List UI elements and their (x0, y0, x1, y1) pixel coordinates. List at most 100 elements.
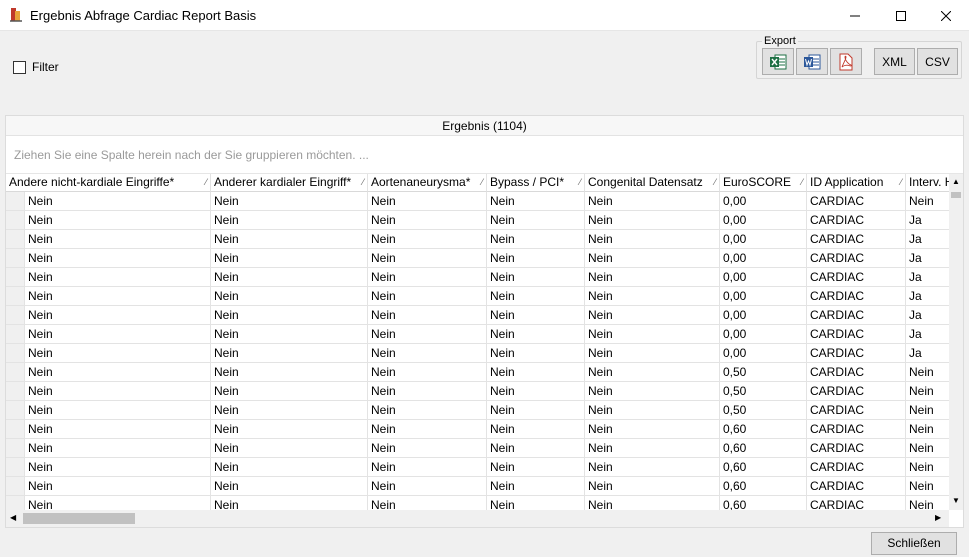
table-cell[interactable]: Nein (25, 496, 211, 510)
table-cell[interactable]: Nein (25, 344, 211, 363)
row-selector[interactable] (6, 306, 25, 325)
table-cell[interactable]: Nein (25, 401, 211, 420)
table-row[interactable]: Nein Nein Nein Nein Nein 0,60 CARDIAC Nein (6, 477, 949, 496)
table-cell[interactable]: Nein (487, 439, 585, 458)
row-selector[interactable] (6, 496, 25, 510)
table-cell[interactable]: CARDIAC (807, 249, 906, 268)
table-cell[interactable]: Nein (585, 306, 720, 325)
table-cell[interactable]: CARDIAC (807, 192, 906, 211)
table-cell[interactable]: Nein (585, 477, 720, 496)
table-cell[interactable]: Ja (906, 268, 949, 287)
table-cell[interactable]: Nein (25, 439, 211, 458)
table-cell[interactable]: Ja (906, 306, 949, 325)
table-cell[interactable]: Nein (906, 420, 949, 439)
table-cell[interactable]: CARDIAC (807, 325, 906, 344)
table-cell[interactable]: Nein (368, 268, 487, 287)
table-cell[interactable]: Nein (487, 249, 585, 268)
table-cell[interactable]: 0,60 (720, 458, 807, 477)
table-cell[interactable]: CARDIAC (807, 477, 906, 496)
table-cell[interactable]: Nein (585, 192, 720, 211)
table-cell[interactable]: Nein (585, 420, 720, 439)
table-cell[interactable]: CARDIAC (807, 344, 906, 363)
table-cell[interactable]: Nein (368, 230, 487, 249)
row-selector[interactable] (6, 230, 25, 249)
table-cell[interactable]: Nein (211, 249, 368, 268)
column-header[interactable]: Andere nicht-kardiale Eingriffe* ⁄ (6, 174, 211, 192)
maximize-button[interactable] (878, 0, 924, 31)
vertical-scrollbar[interactable]: ▲ ▼ (949, 174, 963, 510)
table-cell[interactable]: Nein (487, 268, 585, 287)
table-cell[interactable]: Nein (487, 325, 585, 344)
filter-toggle[interactable]: Filter (13, 60, 59, 74)
filter-pin-icon[interactable]: ⁄ (579, 174, 581, 191)
table-cell[interactable]: Nein (368, 287, 487, 306)
scroll-up-icon[interactable]: ▲ (952, 177, 960, 186)
group-by-panel[interactable]: Ziehen Sie eine Spalte herein nach der S… (6, 136, 963, 174)
table-cell[interactable]: 0,00 (720, 306, 807, 325)
table-cell[interactable]: 0,50 (720, 401, 807, 420)
table-cell[interactable]: Ja (906, 287, 949, 306)
table-cell[interactable]: Nein (487, 382, 585, 401)
close-window-button[interactable] (923, 0, 969, 31)
column-header[interactable]: Bypass / PCI* ⁄ (487, 174, 585, 192)
table-cell[interactable]: 0,00 (720, 268, 807, 287)
filter-checkbox[interactable] (13, 60, 26, 74)
table-row[interactable]: Nein Nein Nein Nein Nein 0,00 CARDIAC Ja (6, 268, 949, 287)
table-cell[interactable]: Nein (487, 192, 585, 211)
table-cell[interactable]: CARDIAC (807, 268, 906, 287)
table-cell[interactable]: Nein (211, 401, 368, 420)
table-cell[interactable]: Nein (211, 477, 368, 496)
table-cell[interactable]: Nein (368, 306, 487, 325)
table-cell[interactable]: Nein (906, 363, 949, 382)
table-cell[interactable]: CARDIAC (807, 420, 906, 439)
table-row[interactable]: Nein Nein Nein Nein Nein 0,00 CARDIAC Ja (6, 344, 949, 363)
export-csv-button[interactable]: CSV (917, 48, 958, 75)
horizontal-scrollbar[interactable]: ◀ ▶ (6, 510, 949, 527)
table-cell[interactable]: Nein (487, 477, 585, 496)
table-cell[interactable]: 0,00 (720, 287, 807, 306)
table-row[interactable]: Nein Nein Nein Nein Nein 0,50 CARDIAC Nein (6, 382, 949, 401)
table-cell[interactable]: 0,50 (720, 363, 807, 382)
row-selector[interactable] (6, 211, 25, 230)
row-selector[interactable] (6, 325, 25, 344)
table-row[interactable]: Nein Nein Nein Nein Nein 0,00 CARDIAC Ja (6, 249, 949, 268)
table-cell[interactable]: 0,00 (720, 249, 807, 268)
filter-pin-icon[interactable]: ⁄ (900, 174, 902, 191)
table-cell[interactable]: CARDIAC (807, 458, 906, 477)
table-cell[interactable]: Ja (906, 325, 949, 344)
table-cell[interactable]: 0,60 (720, 439, 807, 458)
table-cell[interactable]: Nein (487, 363, 585, 382)
table-cell[interactable]: Nein (487, 496, 585, 510)
table-cell[interactable]: Nein (487, 420, 585, 439)
table-cell[interactable]: Nein (25, 306, 211, 325)
row-selector[interactable] (6, 192, 25, 211)
table-cell[interactable]: Nein (25, 363, 211, 382)
vertical-scroll-thumb[interactable] (951, 192, 961, 198)
table-row[interactable]: Nein Nein Nein Nein Nein 0,00 CARDIAC Ja (6, 306, 949, 325)
table-cell[interactable]: Nein (585, 230, 720, 249)
table-cell[interactable]: 0,60 (720, 477, 807, 496)
table-cell[interactable]: Nein (211, 382, 368, 401)
row-selector[interactable] (6, 458, 25, 477)
table-cell[interactable]: Ja (906, 249, 949, 268)
filter-pin-icon[interactable]: ⁄ (205, 174, 207, 191)
column-header[interactable]: EuroSCORE ⁄ (720, 174, 807, 192)
table-row[interactable]: Nein Nein Nein Nein Nein 0,00 CARDIAC Ja (6, 287, 949, 306)
row-selector[interactable] (6, 363, 25, 382)
filter-pin-icon[interactable]: ⁄ (801, 174, 803, 191)
table-cell[interactable]: Nein (368, 211, 487, 230)
table-cell[interactable]: Nein (25, 268, 211, 287)
table-cell[interactable]: Nein (211, 230, 368, 249)
table-cell[interactable]: Nein (368, 458, 487, 477)
row-selector[interactable] (6, 382, 25, 401)
table-cell[interactable]: Ja (906, 211, 949, 230)
export-pdf-button[interactable] (830, 48, 862, 75)
table-row[interactable]: Nein Nein Nein Nein Nein 0,00 CARDIAC Nein (6, 192, 949, 211)
table-cell[interactable]: 0,00 (720, 325, 807, 344)
table-cell[interactable]: Nein (585, 344, 720, 363)
table-cell[interactable]: Nein (368, 363, 487, 382)
table-cell[interactable]: Nein (25, 325, 211, 344)
table-cell[interactable]: Nein (211, 306, 368, 325)
table-cell[interactable]: Nein (211, 363, 368, 382)
filter-pin-icon[interactable]: ⁄ (481, 174, 483, 191)
